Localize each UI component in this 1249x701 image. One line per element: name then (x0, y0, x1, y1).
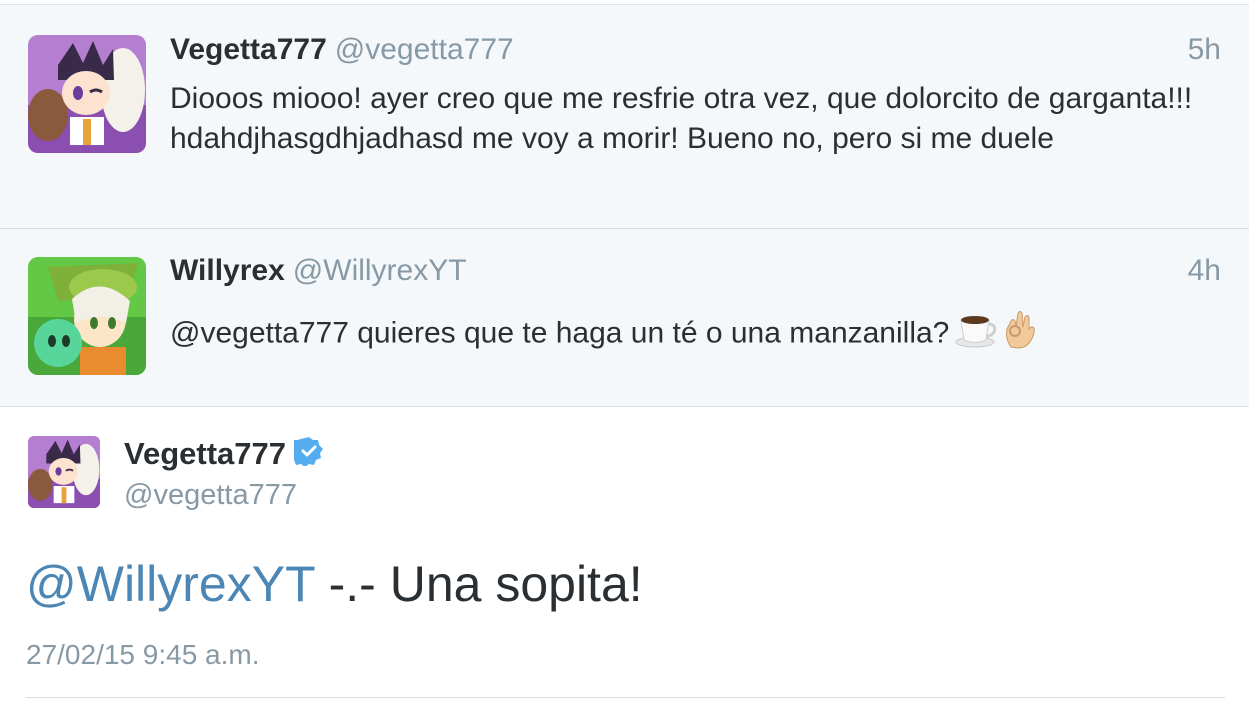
display-name[interactable]: Willyrex (170, 254, 285, 287)
avatar[interactable] (28, 35, 146, 153)
verified-badge-icon (287, 436, 324, 476)
display-name-text: Vegetta777 (124, 436, 286, 471)
tweet-text-content: -.- Una sopita! (314, 556, 643, 612)
tweet-text: @vegetta777 quieres que te haga un té o … (170, 309, 1209, 360)
ok-hand-icon (1003, 309, 1037, 360)
username[interactable]: @vegetta777 (124, 475, 297, 515)
tweet-text-content: @vegetta777 quieres que te haga un té o … (170, 316, 950, 350)
tweet-reply[interactable]: Vegetta777 @vegetta777 5h Diooos miooo! a… (0, 5, 1249, 229)
tweet-header: Willyrex @WillyrexYT 4h (170, 251, 1221, 291)
timestamp[interactable]: 4h (1188, 251, 1221, 291)
tweet-text: Diooos miooo! ayer creo que me resfrie o… (170, 82, 1193, 155)
display-name[interactable]: Vegetta777 (170, 33, 327, 66)
display-name[interactable]: Vegetta777 (124, 434, 324, 476)
avatar[interactable] (28, 436, 100, 508)
tweet-timestamp[interactable]: 27/02/15 9:45 a.m. (26, 637, 260, 673)
tweet-header: Vegetta777 @vegetta777 5h (170, 30, 1221, 70)
mention-link[interactable]: @WillyrexYT (26, 556, 315, 612)
avatar[interactable] (28, 257, 146, 375)
tweet-reply[interactable]: Willyrex @WillyrexYT 4h @vegetta777 quier… (0, 229, 1249, 407)
tweet-text: @WillyrexYT -.- Una sopita! (26, 552, 643, 616)
username[interactable]: @WillyrexYT (293, 254, 467, 287)
timestamp[interactable]: 5h (1188, 30, 1221, 70)
coffee-cup-icon (955, 310, 997, 359)
bottom-divider (26, 697, 1225, 698)
username[interactable]: @vegetta777 (335, 33, 514, 66)
